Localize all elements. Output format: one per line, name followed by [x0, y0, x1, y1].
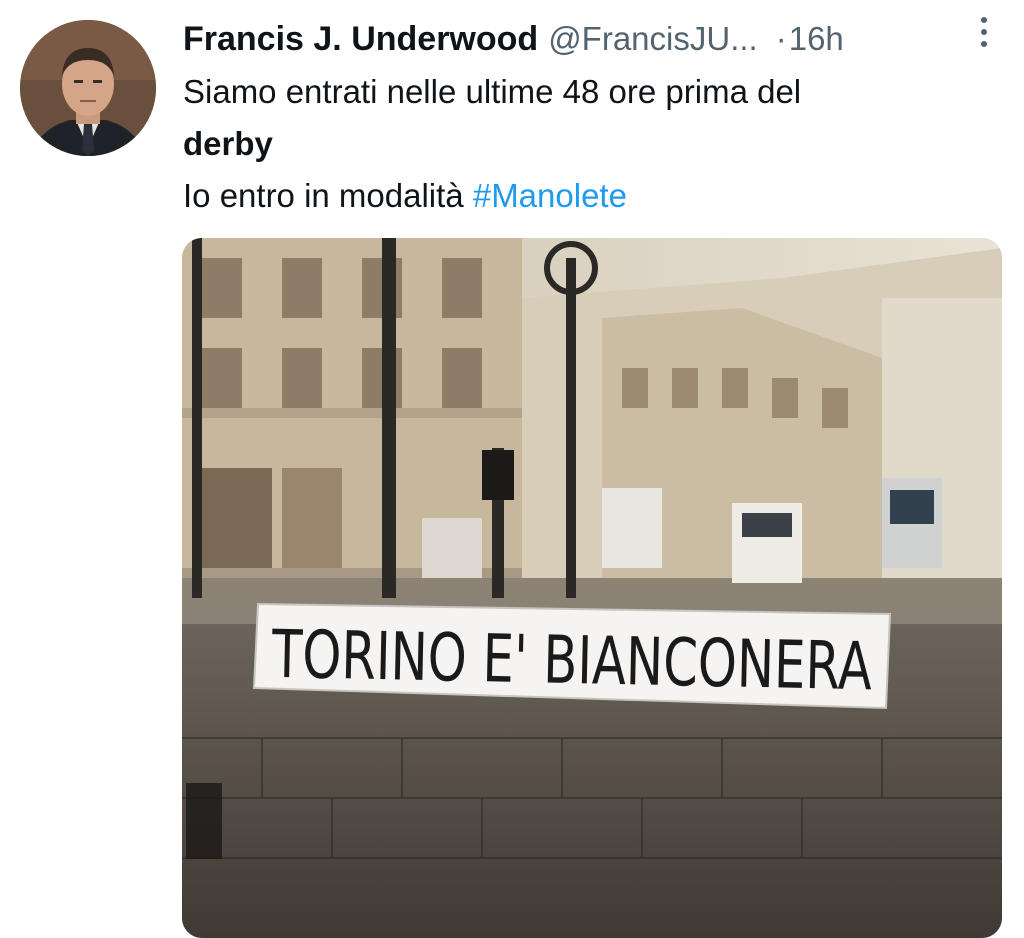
author-handle[interactable]: @FrancisJU... [548, 20, 758, 58]
separator-dot: · [775, 20, 787, 57]
tweet-text-line-1: Siamo entrati nelle ultime 48 ore prima … [183, 73, 802, 110]
banner-text: TORINO E' BIANCONERA [270, 616, 872, 706]
tweet-text-line-3: Io entro in modalità #Manolete [183, 170, 1003, 222]
tweet-text-prefix: Io entro in modalità [183, 177, 473, 214]
hashtag-link[interactable]: #Manolete [473, 177, 627, 214]
avatar[interactable] [20, 20, 156, 156]
tweet-text: Siamo entrati nelle ultime 48 ore prima … [183, 66, 1003, 222]
tweet-media-image[interactable]: TORINO E' BIANCONERA [182, 238, 1002, 938]
timestamp[interactable]: 16h [789, 20, 844, 58]
tweet-text-bold-word: derby [183, 125, 273, 162]
more-vertical-icon[interactable] [972, 12, 996, 52]
author-name[interactable]: Francis J. Underwood [183, 20, 538, 59]
tweet-header: Francis J. Underwood @FrancisJU... · 16h [183, 14, 1004, 64]
